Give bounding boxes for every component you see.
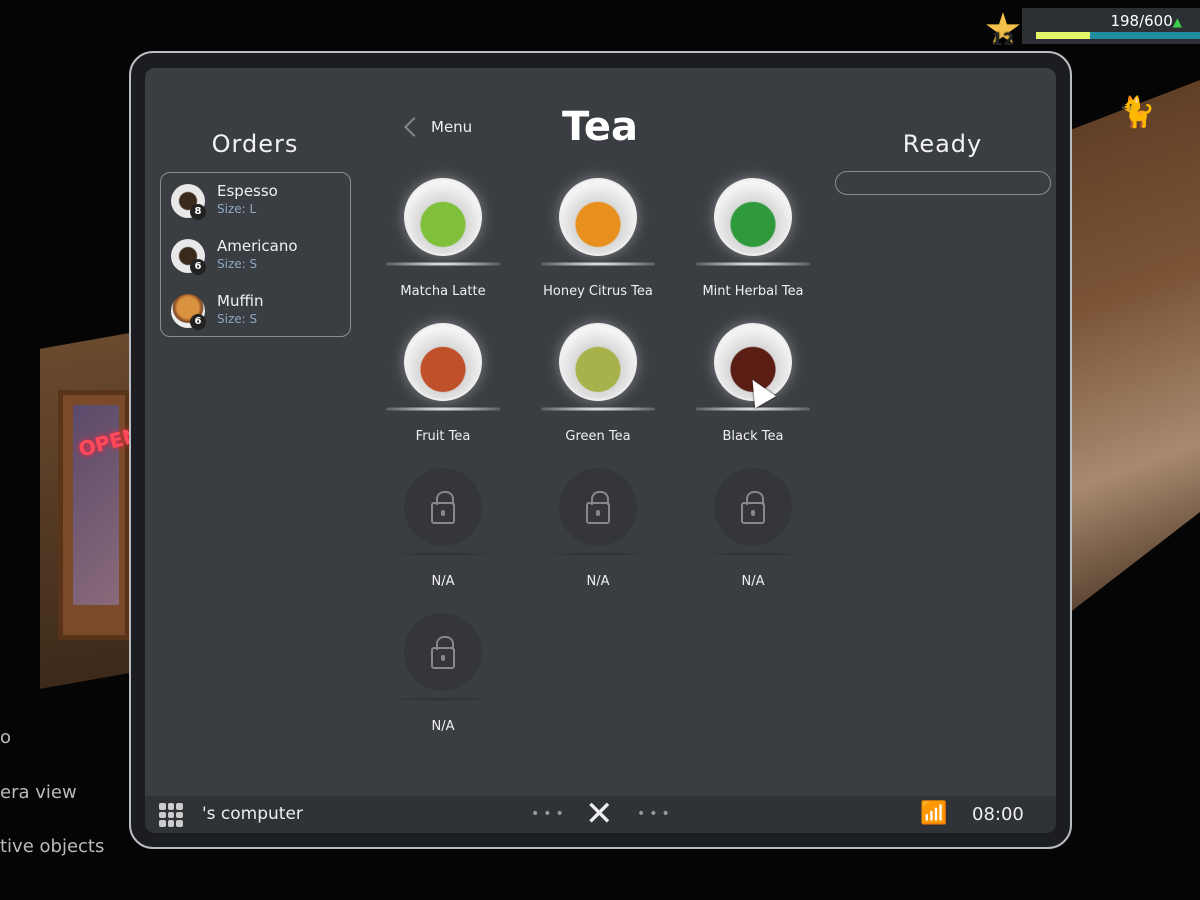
lock-icon [431,491,455,524]
locked-slot [559,468,637,546]
lock-icon [586,491,610,524]
locked-slot [714,468,792,546]
menu-item-label: Mint Herbal Tea [702,284,804,299]
back-label: Menu [431,118,473,136]
xp-bar [1036,32,1200,39]
order-item[interactable]: 6 Muffin Size: S [171,292,341,332]
drink-image [714,178,792,256]
menu-item-label: Matcha Latte [400,284,486,299]
dots-left: ••• [531,806,568,822]
order-name: Americano [217,237,298,255]
order-item[interactable]: 6 Americano Size: S [171,237,341,277]
order-size: Size: S [217,257,258,271]
drink-image [559,178,637,256]
page-title: Tea [561,104,639,150]
order-count-badge: 8 [190,204,206,220]
taskbar: 's computer ••• ✕ ••• 📶 08:00 [145,794,1056,833]
xp-panel: 198/600▲ [1022,8,1200,44]
order-name: Muffin [217,292,264,310]
triangle-up-icon: ▲ [1172,15,1182,29]
apps-grid-icon[interactable] [159,803,183,827]
computer-label: 's computer [202,804,303,824]
locked-menu-item[interactable]: N/A [378,468,508,598]
lock-icon [431,636,455,669]
hint-text: tive objects [0,836,105,857]
menu-item-label: N/A [431,719,455,734]
locked-slot [404,468,482,546]
clock: 08:00 [972,804,1024,825]
menu-item-label: Honey Citrus Tea [543,284,653,299]
cat-icon: 🐈 [1118,95,1156,130]
hint-text: o [0,727,12,748]
menu-item[interactable]: Fruit Tea [378,323,508,453]
locked-menu-item[interactable]: N/A [533,468,663,598]
lock-icon [741,491,765,524]
order-count-badge: 6 [190,314,206,330]
dots-right: ••• [637,806,674,822]
menu-item[interactable]: Honey Citrus Tea [533,178,663,308]
menu-item[interactable]: Matcha Latte [378,178,508,308]
menu-item-label: N/A [586,574,610,589]
scene-cafe-interior [1060,80,1200,620]
ready-list [835,171,1051,195]
chevron-left-icon [404,117,424,137]
drink-image [404,178,482,256]
menu-item-label: Black Tea [722,429,784,444]
order-size: Size: L [217,202,257,216]
drink-image [404,323,482,401]
menu-item-label: N/A [431,574,455,589]
level-star-icon: ★ 12 [982,8,1024,52]
ready-title: Ready [902,130,983,158]
hint-text: era view [0,782,77,803]
menu-item-label: Fruit Tea [415,429,471,444]
locked-slot [404,613,482,691]
order-item[interactable]: 8 Espesso Size: L [171,182,341,222]
tablet-screen: Orders 8 Espesso Size: L 6 Americano Siz… [145,68,1056,833]
order-name: Espesso [217,182,278,200]
locked-menu-item[interactable]: N/A [688,468,818,598]
orders-list: 8 Espesso Size: L 6 Americano Size: S 6 … [160,172,351,337]
xp-text: 198/600 [1110,12,1173,30]
menu-item[interactable]: Green Tea [533,323,663,453]
locked-menu-item[interactable]: N/A [378,613,508,743]
wifi-icon: 📶 [920,801,948,826]
menu-item[interactable]: Mint Herbal Tea [688,178,818,308]
menu-item-label: N/A [741,574,765,589]
order-count-badge: 6 [190,259,206,275]
close-icon[interactable]: ✕ [585,794,614,833]
drink-image [559,323,637,401]
tablet-computer: Orders 8 Espesso Size: L 6 Americano Siz… [129,51,1072,849]
order-size: Size: S [217,312,258,326]
menu-item-label: Green Tea [565,429,631,444]
back-to-menu-button[interactable]: Menu [401,117,473,137]
orders-title: Orders [211,130,299,158]
